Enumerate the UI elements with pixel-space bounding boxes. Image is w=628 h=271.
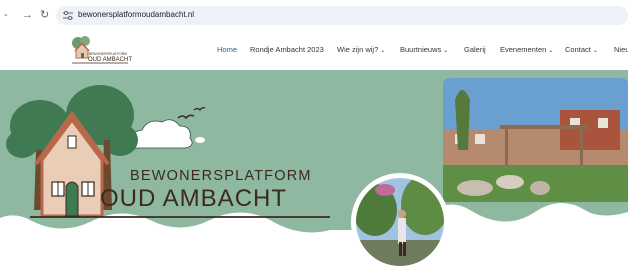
hero-artwork (0, 70, 628, 271)
nav-item-buurtnieuws[interactable]: Buurtnieuws ⌄ (400, 44, 448, 57)
url-text: bewonersplatformoudambacht.nl (78, 10, 195, 19)
nav-item-nieuws[interactable]: Nieu (614, 44, 628, 56)
nav-item-wie-zijn-wij[interactable]: Wie zijn wij? ⌄ (337, 44, 385, 57)
site-settings-icon[interactable] (63, 11, 73, 20)
back-arrow-icon[interactable]: - (4, 8, 8, 22)
reload-icon[interactable]: ↻ (40, 8, 49, 22)
page: - → ↻ bewonersplatformoudambacht.nl BEWO… (0, 0, 628, 271)
nav-item-label: Buurtnieuws (400, 45, 442, 54)
cloud-small-icon (195, 137, 205, 143)
brand-line-2: OUD AMBACHT (100, 185, 288, 212)
nav-item-galerij[interactable]: Galerij (464, 44, 486, 56)
site-logo[interactable]: BEWONERSPLATFORM OUD AMBACHT (68, 34, 134, 66)
nav-item-label: Evenementen (500, 45, 547, 54)
chevron-down-icon: ⌄ (548, 48, 554, 54)
nav-item-label: Wie zijn wij? (337, 45, 379, 54)
nav-item-label: Home (217, 45, 238, 54)
chevron-down-icon: ⌄ (380, 48, 386, 54)
chevron-down-icon: ⌄ (592, 48, 598, 54)
nav-item-evenementen[interactable]: Evenementen ⌄ (500, 44, 553, 57)
browser-toolbar: - → ↻ bewonersplatformoudambacht.nl (0, 0, 628, 30)
nav-item-label: Nieu (614, 45, 628, 54)
brand-line-1: BEWONERSPLATFORM (130, 168, 312, 184)
nav-item-rondje-ambacht[interactable]: Rondje Ambacht 2023 (250, 44, 324, 56)
nav-item-contact[interactable]: Contact ⌄ (565, 44, 598, 57)
nav-item-label: Rondje Ambacht 2023 (250, 45, 324, 54)
forward-arrow-icon[interactable]: → (22, 8, 33, 22)
chevron-down-icon: ⌄ (443, 48, 449, 54)
nav-item-home[interactable]: Home (217, 44, 237, 56)
nav-item-label: Galerij (464, 45, 486, 54)
svg-text:OUD AMBACHT: OUD AMBACHT (88, 57, 132, 63)
svg-text:BEWONERSPLATFORM: BEWONERSPLATFORM (89, 52, 127, 56)
nav-item-label: Contact (565, 45, 591, 54)
hero-banner: BEWONERSPLATFORM OUD AMBACHT (0, 70, 628, 271)
address-bar[interactable]: bewonersplatformoudambacht.nl (56, 6, 628, 25)
site-header: BEWONERSPLATFORM OUD AMBACHT Home Rondje… (0, 30, 628, 70)
